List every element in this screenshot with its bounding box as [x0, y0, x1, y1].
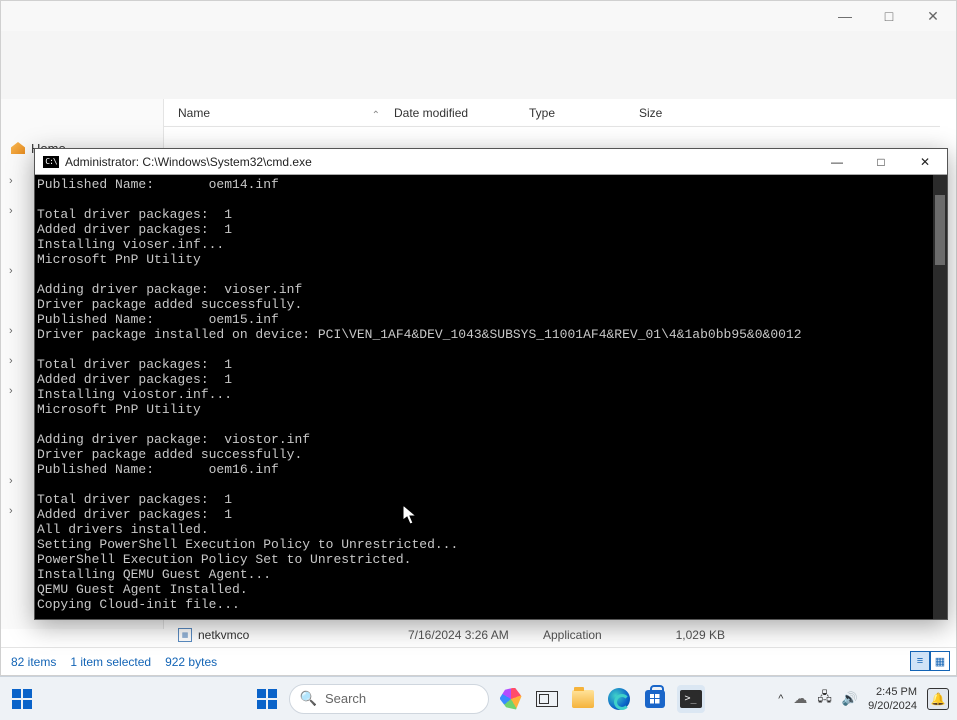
cmd-scrollbar-thumb[interactable]: [935, 195, 945, 265]
taskbar: 🔍 Search >_ ^ ☁ 🖧 🔊 2:45 PM 9/20/2024: [0, 676, 957, 720]
volume-tray-icon[interactable]: 🔊: [842, 691, 858, 707]
widget-button[interactable]: [10, 687, 34, 711]
chevron-right-icon[interactable]: ›: [9, 355, 13, 367]
explorer-toolbar: [1, 31, 956, 99]
taskbar-center: 🔍 Search >_: [253, 684, 705, 714]
clock-time: 2:45 PM: [868, 685, 917, 699]
column-header-name-label: Name: [178, 106, 210, 120]
status-selection-size: 922 bytes: [165, 655, 217, 669]
notifications-button[interactable]: 🔔: [927, 688, 949, 710]
search-placeholder: Search: [325, 691, 366, 706]
cmd-scrollbar[interactable]: [933, 175, 947, 619]
task-view-icon: [536, 691, 558, 707]
column-header-date[interactable]: Date modified: [394, 106, 529, 120]
explorer-column-headers: Name ⌃ Date modified Type Size: [164, 99, 940, 127]
column-header-type[interactable]: Type: [529, 106, 639, 120]
explorer-status-bar: 82 items 1 item selected 922 bytes ≡ ▦: [1, 647, 956, 675]
edge-taskbar-button[interactable]: [605, 685, 633, 713]
status-selection: 1 item selected: [70, 655, 151, 669]
explorer-close-button[interactable]: ✕: [918, 1, 948, 31]
view-mode-toggles: ≡ ▦: [910, 651, 950, 671]
windows-logo-icon: [257, 689, 277, 709]
chevron-right-icon[interactable]: ›: [9, 205, 13, 217]
windows-logo-icon: [12, 689, 32, 709]
file-type: Application: [543, 628, 653, 642]
file-name: netkvmco: [198, 628, 408, 642]
explorer-maximize-button[interactable]: □: [874, 1, 904, 31]
chevron-right-icon[interactable]: ›: [9, 175, 13, 187]
chevron-right-icon[interactable]: ›: [9, 475, 13, 487]
tray-overflow-button[interactable]: ^: [778, 693, 783, 705]
chevron-right-icon[interactable]: ›: [9, 265, 13, 277]
application-file-icon: ▦: [178, 628, 192, 642]
column-header-name[interactable]: Name ⌃: [164, 106, 394, 120]
cmd-maximize-button[interactable]: □: [859, 149, 903, 175]
store-icon: [645, 690, 665, 708]
explorer-titlebar: — □ ✕: [1, 1, 956, 31]
large-icons-view-button[interactable]: ▦: [930, 651, 950, 671]
details-view-button[interactable]: ≡: [910, 651, 930, 671]
terminal-taskbar-button[interactable]: >_: [677, 685, 705, 713]
explorer-minimize-button[interactable]: —: [830, 1, 860, 31]
clock-date: 9/20/2024: [868, 699, 917, 713]
taskbar-search[interactable]: 🔍 Search: [289, 684, 489, 714]
terminal-icon: >_: [680, 690, 702, 708]
column-header-size[interactable]: Size: [639, 106, 719, 120]
file-row-netkvmco[interactable]: ▦ netkvmco 7/16/2024 3:26 AM Application…: [164, 625, 940, 645]
copilot-button[interactable]: [497, 685, 525, 713]
command-prompt-window: C:\ Administrator: C:\Windows\System32\c…: [34, 148, 948, 620]
file-explorer-taskbar-button[interactable]: [569, 685, 597, 713]
chevron-right-icon[interactable]: ›: [9, 385, 13, 397]
copilot-icon: [500, 688, 522, 710]
file-date: 7/16/2024 3:26 AM: [408, 628, 543, 642]
cmd-output[interactable]: Published Name: oem14.inf Total driver p…: [35, 175, 947, 619]
search-icon: 🔍: [300, 690, 317, 707]
store-taskbar-button[interactable]: [641, 685, 669, 713]
onedrive-tray-icon[interactable]: ☁: [793, 690, 807, 707]
cmd-titlebar[interactable]: C:\ Administrator: C:\Windows\System32\c…: [35, 149, 947, 175]
cmd-title: Administrator: C:\Windows\System32\cmd.e…: [65, 155, 815, 169]
sort-caret-icon: ⌃: [372, 110, 380, 121]
file-size: 1,029 KB: [653, 628, 733, 642]
cmd-icon: C:\: [43, 156, 59, 168]
bell-icon: 🔔: [931, 692, 946, 706]
system-tray: ^ ☁ 🖧 🔊 2:45 PM 9/20/2024 🔔: [778, 685, 949, 713]
cmd-minimize-button[interactable]: —: [815, 149, 859, 175]
cmd-close-button[interactable]: ✕: [903, 149, 947, 175]
network-tray-icon[interactable]: 🖧: [817, 688, 832, 710]
status-item-count: 82 items: [11, 655, 56, 669]
edge-icon: [608, 688, 630, 710]
start-button[interactable]: [253, 685, 281, 713]
chevron-right-icon[interactable]: ›: [9, 325, 13, 337]
task-view-button[interactable]: [533, 685, 561, 713]
folder-icon: [572, 690, 594, 708]
chevron-right-icon[interactable]: ›: [9, 505, 13, 517]
taskbar-clock[interactable]: 2:45 PM 9/20/2024: [868, 685, 917, 713]
